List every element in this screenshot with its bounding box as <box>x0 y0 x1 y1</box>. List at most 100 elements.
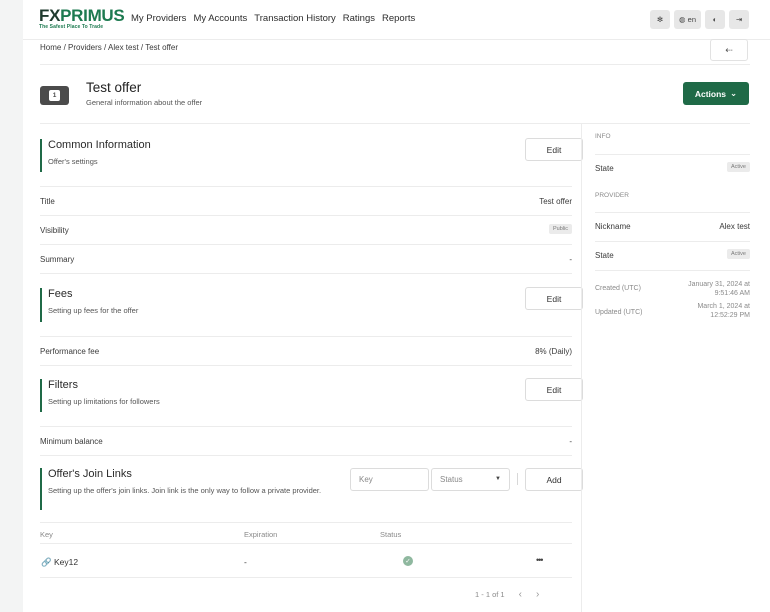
field-label: Title <box>40 197 55 206</box>
nav-actions: ✻ ◍ en ◐ ⇥ <box>650 10 749 29</box>
status-select[interactable]: Status ▼ <box>431 468 510 491</box>
nav-link-my-accounts[interactable]: My Accounts <box>193 13 247 24</box>
table-row: 🔗 Key12 - ✓ ••• <box>40 544 572 578</box>
status-select-label: Status <box>440 475 463 484</box>
updated-label: Updated (UTC) <box>595 309 643 316</box>
nav-links: My Providers My Accounts Transaction His… <box>131 13 415 24</box>
sidebar-row-provider-state: State Active <box>595 241 750 268</box>
state-badge: Active <box>727 162 750 172</box>
theme-toggle-button[interactable]: ◐ <box>705 10 725 29</box>
sidebar-row-state: State Active <box>595 154 750 181</box>
sidebar-row-nickname: Nickname Alex test <box>595 212 750 239</box>
more-options-icon[interactable]: ••• <box>536 555 544 565</box>
sidebar-divider <box>581 124 582 612</box>
link-expiration: - <box>244 557 247 567</box>
section-description: Setting up fees for the offer <box>48 306 139 315</box>
status-check-icon: ✓ <box>403 556 413 566</box>
field-value: 8% (Daily) <box>535 347 572 356</box>
section-accent-bar <box>40 139 42 172</box>
sidebar-timestamps: Created (UTC) January 31, 2024 at 9:51:4… <box>595 270 750 330</box>
edit-common-button[interactable]: Edit <box>525 138 583 161</box>
created-label: Created (UTC) <box>595 285 641 292</box>
page-subtitle: General information about the offer <box>86 98 203 107</box>
field-value: - <box>569 437 572 446</box>
sidebar-label: Nickname <box>595 222 631 231</box>
field-row-summary: Summary - <box>40 244 572 273</box>
section-title: Fees <box>48 288 73 300</box>
gear-icon: ✻ <box>656 15 664 24</box>
section-description: Setting up limitations for followers <box>48 397 160 406</box>
column-header-expiration[interactable]: Expiration <box>244 530 277 539</box>
edit-filters-button[interactable]: Edit <box>525 378 583 401</box>
language-button[interactable]: ◍ en <box>674 10 701 29</box>
chevron-right-icon[interactable]: › <box>536 589 539 600</box>
visibility-badge: Public <box>549 224 572 234</box>
pagination: 1 - 1 of 1 ‹ › <box>475 589 539 600</box>
logo[interactable]: FXPRIMUS The Safest Place To Trade <box>39 6 125 30</box>
add-link-button[interactable]: Add <box>525 468 583 491</box>
field-label: Performance fee <box>40 347 100 356</box>
key-input[interactable]: Key <box>350 468 429 491</box>
logout-button[interactable]: ⇥ <box>729 10 749 29</box>
contrast-icon: ◐ <box>712 15 718 24</box>
provider-nickname: Alex test <box>719 222 750 231</box>
back-button[interactable]: ⇠ <box>710 39 748 61</box>
field-row-visibility: Visibility Public <box>40 215 572 244</box>
table-header: Key Expiration Status <box>40 522 572 544</box>
sidebar-heading-info: INFO <box>595 133 611 140</box>
section-title: Common Information <box>48 139 151 151</box>
breadcrumb[interactable]: Home / Providers / Alex test / Test offe… <box>40 43 178 52</box>
section-accent-bar <box>40 379 42 412</box>
link-key[interactable]: Key12 <box>54 557 78 567</box>
language-label: en <box>687 15 696 24</box>
section-description: Setting up the offer's join links. Join … <box>48 486 322 495</box>
field-value: Test offer <box>539 197 572 206</box>
arrow-left-icon: ⇠ <box>725 44 733 55</box>
section-filters: Filters Setting up limitations for follo… <box>40 379 572 413</box>
created-value: January 31, 2024 at 9:51:46 AM <box>688 281 750 297</box>
link-icon: 🔗 <box>41 557 52 567</box>
logout-icon: ⇥ <box>735 15 743 24</box>
divider <box>40 64 750 65</box>
divider <box>40 123 750 124</box>
globe-icon: ◍ <box>679 15 686 24</box>
nav-link-reports[interactable]: Reports <box>382 13 415 24</box>
chevron-down-icon: ⌄ <box>730 88 738 98</box>
settings-button[interactable]: ✻ <box>650 10 671 29</box>
field-row-performance-fee: Performance fee 8% (Daily) <box>40 336 572 365</box>
page: FXPRIMUS The Safest Place To Trade My Pr… <box>23 0 770 612</box>
edit-fees-button[interactable]: Edit <box>525 287 583 310</box>
section-accent-bar <box>40 288 42 322</box>
actions-button[interactable]: Actions ⌄ <box>683 82 749 105</box>
section-fees: Fees Setting up fees for the offer <box>40 288 572 322</box>
section-title: Offer's Join Links <box>48 468 132 480</box>
sidebar-label: State <box>595 164 614 173</box>
divider <box>517 473 518 485</box>
section-accent-bar <box>40 468 42 510</box>
banknote-icon: 1 <box>49 90 60 101</box>
logo-text: FX <box>39 6 61 25</box>
section-common-information: Common Information Offer's settings <box>40 139 572 173</box>
top-navigation: FXPRIMUS The Safest Place To Trade My Pr… <box>23 0 770 40</box>
pagination-label: 1 - 1 of 1 <box>475 590 505 599</box>
chevron-left-icon[interactable]: ‹ <box>519 589 522 600</box>
field-value: - <box>569 255 572 264</box>
actions-label: Actions <box>694 88 727 99</box>
updated-value: March 1, 2024 at 12:52:29 PM <box>697 303 750 319</box>
section-description: Offer's settings <box>48 157 98 166</box>
field-row-minimum-balance: Minimum balance - <box>40 426 572 455</box>
sidebar-heading-provider: PROVIDER <box>595 192 629 199</box>
offer-icon: 1 <box>40 86 69 105</box>
logo-text-accent: PRIMUS <box>60 6 125 25</box>
nav-link-my-providers[interactable]: My Providers <box>131 13 186 24</box>
column-header-key[interactable]: Key <box>40 530 53 539</box>
nav-link-ratings[interactable]: Ratings <box>343 13 375 24</box>
field-label: Minimum balance <box>40 437 103 446</box>
field-label: Visibility <box>40 226 69 235</box>
section-title: Filters <box>48 379 78 391</box>
nav-link-transaction-history[interactable]: Transaction History <box>254 13 335 24</box>
column-header-status[interactable]: Status <box>380 530 401 539</box>
caret-down-icon: ▼ <box>495 476 501 482</box>
field-row-title: Title Test offer <box>40 186 572 215</box>
field-label: Summary <box>40 255 75 264</box>
